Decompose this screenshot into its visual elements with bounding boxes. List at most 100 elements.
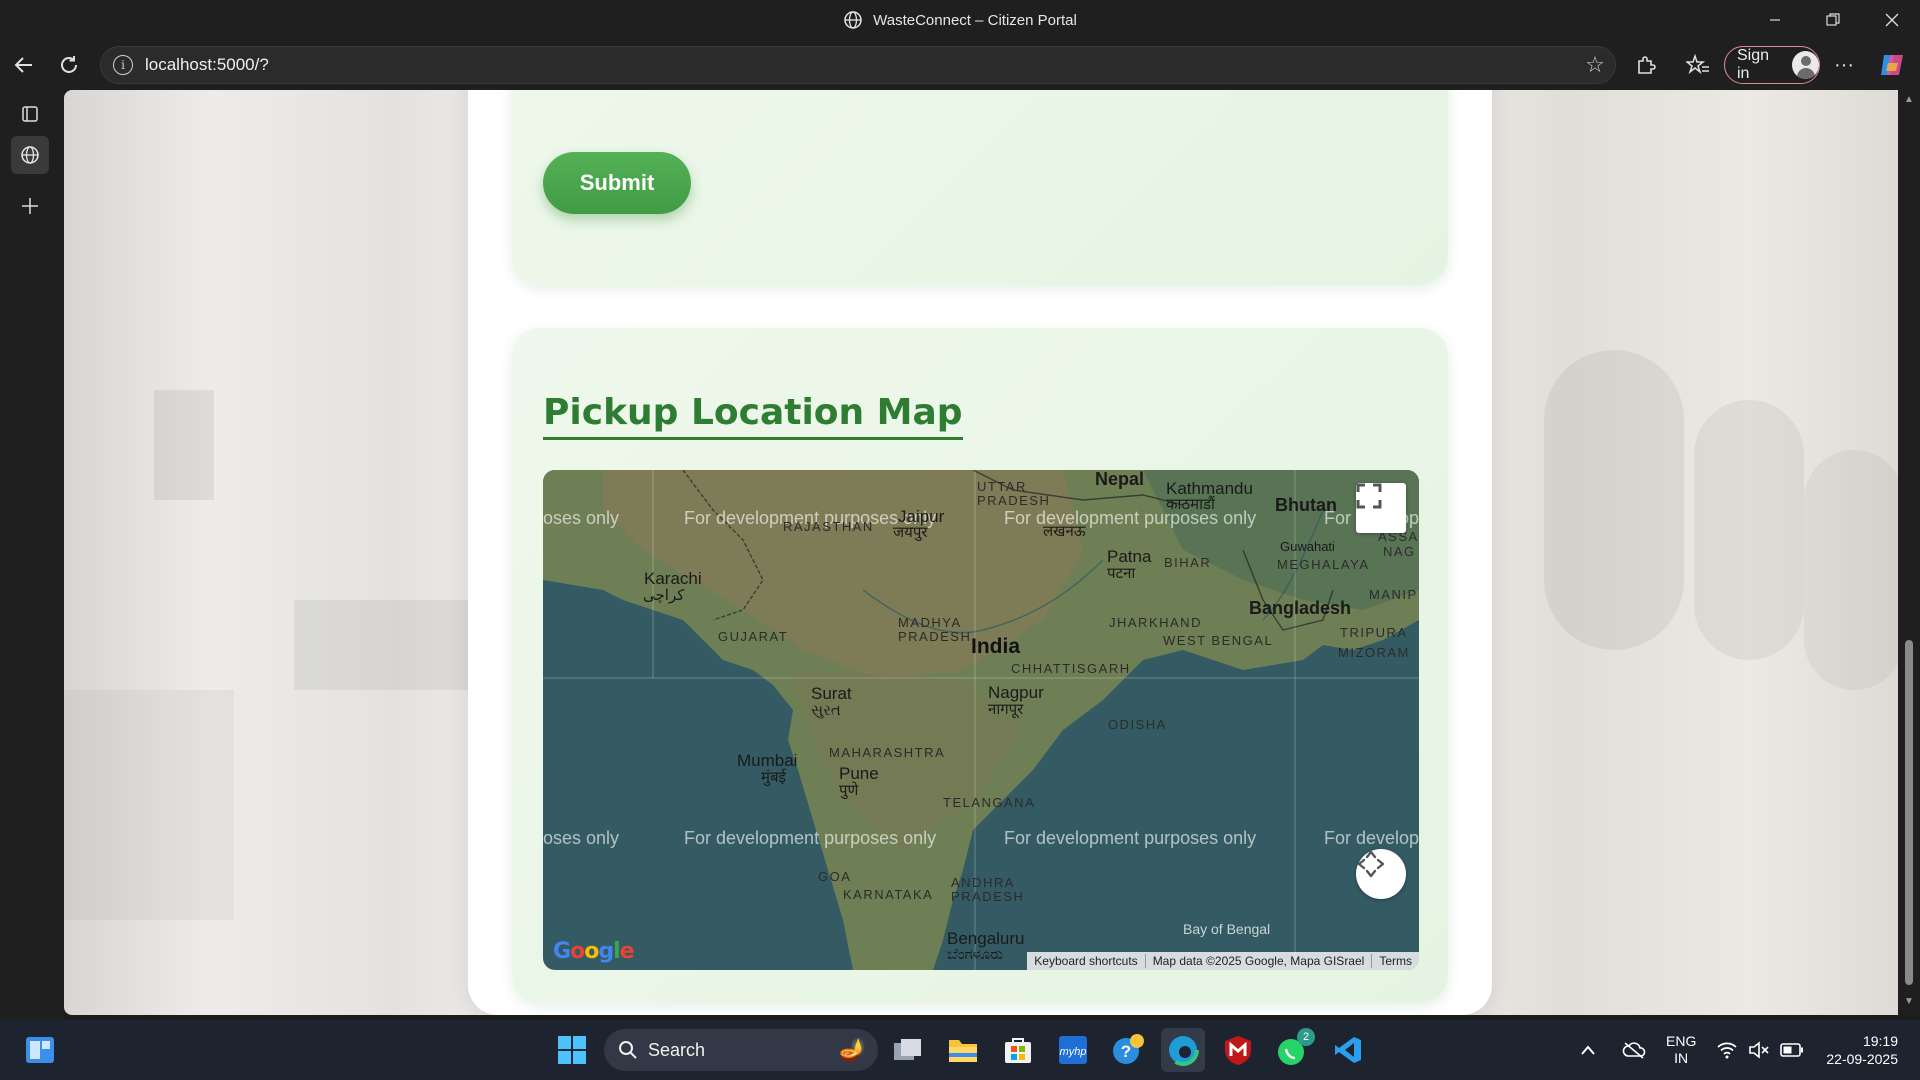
- back-arrow-icon: [14, 57, 32, 73]
- submit-button[interactable]: Submit: [543, 152, 691, 214]
- map-label-odisha: ODISHA: [1108, 717, 1167, 732]
- map-label-uttar-pradesh: UTTAR PRADESH: [977, 479, 1051, 508]
- map-label-rajasthan: RAJASTHAN: [783, 519, 874, 534]
- show-hidden-icons-button[interactable]: [1580, 1020, 1596, 1080]
- google-logo: Google: [553, 939, 635, 964]
- clock-time: 19:19: [1862, 1032, 1898, 1049]
- microsoft-store-button[interactable]: [996, 1028, 1040, 1072]
- cloud-offline-icon: [1622, 1042, 1646, 1059]
- map-camera-control-button[interactable]: [1356, 849, 1406, 899]
- search-highlight-icon: 🪔: [838, 1037, 866, 1062]
- tab-actions-button[interactable]: [11, 95, 49, 133]
- mcafee-shield-icon: [1225, 1036, 1251, 1065]
- map-label-karachi: Karachi: [644, 569, 702, 588]
- map-label-patna-local: पटना: [1107, 565, 1136, 582]
- whatsapp-notification-badge: 2: [1297, 1028, 1315, 1046]
- chevron-up-icon: [1581, 1045, 1595, 1055]
- myhp-icon: myhp: [1059, 1036, 1087, 1064]
- map-label-karnataka: KARNATAKA: [843, 887, 934, 902]
- map-label-nagpur-local: नागपूर: [988, 701, 1024, 718]
- sign-in-button[interactable]: Sign in: [1724, 46, 1820, 84]
- favorites-button[interactable]: [1680, 48, 1716, 82]
- map-label-nagpur: Nagpur: [988, 683, 1044, 702]
- onedrive-button[interactable]: [1622, 1020, 1646, 1080]
- address-bar[interactable]: i localhost:5000/? ☆: [100, 46, 1616, 84]
- map-label-kathmandu-local: काठमाडौं: [1166, 496, 1215, 513]
- clock-date: 22-09-2025: [1826, 1051, 1898, 1067]
- edge-browser-button[interactable]: [1161, 1028, 1205, 1072]
- tab-wasteconnect[interactable]: [11, 136, 49, 174]
- windows-logo-icon: [558, 1036, 586, 1064]
- task-view-button[interactable]: [886, 1028, 930, 1072]
- search-icon: [619, 1041, 637, 1059]
- widgets-button[interactable]: [18, 1028, 62, 1072]
- puzzle-icon: [1638, 56, 1656, 74]
- url-text[interactable]: localhost:5000/?: [145, 55, 1575, 75]
- google-map[interactable]: oses only For development purposes only …: [543, 470, 1419, 970]
- myhp-button[interactable]: myhp: [1051, 1028, 1095, 1072]
- map-label-tripura: TRIPURA: [1340, 625, 1408, 640]
- map-watermark: For develop: [1324, 828, 1419, 848]
- map-label-mizoram: MIZORAM: [1338, 645, 1410, 660]
- map-label-bengaluru-local: ಬೆಂಗಳೂರು: [947, 946, 1004, 963]
- map-fullscreen-button[interactable]: [1356, 483, 1406, 533]
- more-menu-button[interactable]: ···: [1826, 48, 1862, 82]
- terms-link[interactable]: Terms: [1371, 954, 1419, 968]
- minimize-button[interactable]: [1747, 0, 1803, 40]
- window-title: WasteConnect – Citizen Portal: [0, 0, 1920, 40]
- map-label-bihar: BIHAR: [1164, 555, 1212, 570]
- map-label-karachi-local: کراچی: [643, 587, 685, 604]
- minimize-icon: [1770, 19, 1780, 21]
- map-watermark: For development purposes only: [1004, 508, 1257, 528]
- map-label-surat-local: સુરત: [811, 702, 841, 719]
- map-label-india: India: [971, 635, 1021, 658]
- favorite-star-icon[interactable]: ☆: [1575, 52, 1615, 78]
- map-label-bhutan: Bhutan: [1275, 495, 1337, 515]
- map-label-patna: Patna: [1107, 547, 1152, 566]
- refresh-button[interactable]: [51, 48, 87, 82]
- back-button[interactable]: [6, 48, 42, 82]
- extensions-button[interactable]: [1628, 48, 1664, 82]
- copilot-button[interactable]: [1874, 48, 1910, 82]
- start-button[interactable]: [550, 1028, 594, 1072]
- language-code: ENG: [1666, 1032, 1697, 1049]
- whatsapp-button[interactable]: 2: [1271, 1028, 1315, 1072]
- mcafee-button[interactable]: [1216, 1028, 1260, 1072]
- scrollbar-thumb[interactable]: [1905, 640, 1913, 985]
- scroll-up-arrow-icon[interactable]: ▲: [1903, 94, 1915, 105]
- folder-icon: [949, 1040, 977, 1062]
- close-window-button[interactable]: [1864, 0, 1920, 40]
- quick-settings-button[interactable]: [1716, 1020, 1804, 1080]
- map-label-chhattisgarh: CHHATTISGARH: [1011, 661, 1131, 676]
- page-viewport: Submit Pickup Location Map oses only For…: [64, 90, 1898, 1015]
- map-label-west-bengal: WEST BENGAL: [1163, 633, 1274, 648]
- region-code: IN: [1674, 1050, 1689, 1066]
- clock-button[interactable]: 19:19 22-09-2025: [1812, 1020, 1898, 1080]
- map-label-pune: Pune: [839, 764, 879, 783]
- avatar-icon: [1792, 51, 1819, 79]
- window-title-text: WasteConnect – Citizen Portal: [873, 11, 1077, 29]
- svg-text:?: ?: [1121, 1042, 1131, 1061]
- new-tab-button[interactable]: [11, 187, 49, 225]
- widgets-icon: [26, 1037, 54, 1063]
- input-language-button[interactable]: ENG IN: [1666, 1020, 1696, 1080]
- restore-button[interactable]: [1805, 0, 1861, 40]
- map-label-lucknow: लखनऊ: [1043, 523, 1086, 540]
- get-help-button[interactable]: ?: [1106, 1028, 1150, 1072]
- taskbar-search[interactable]: Search 🪔: [604, 1029, 878, 1071]
- map-label-surat: Surat: [811, 684, 852, 703]
- background-decoration: [154, 390, 214, 500]
- map-attribution-bar: Keyboard shortcuts Map data ©2025 Google…: [1027, 952, 1419, 970]
- vscode-button[interactable]: [1326, 1028, 1370, 1072]
- site-info-icon[interactable]: i: [113, 55, 133, 75]
- pan-arrows-icon: [1357, 850, 1385, 878]
- map-label-nag: NAG: [1383, 544, 1416, 559]
- map-label-mumbai-local: मुंबई: [761, 769, 786, 786]
- background-decoration: [1544, 350, 1684, 650]
- store-icon: [1005, 1038, 1031, 1063]
- scroll-down-arrow-icon[interactable]: ▼: [1903, 996, 1915, 1007]
- page-scrollbar[interactable]: ▲ ▼: [1898, 90, 1920, 1015]
- keyboard-shortcuts-link[interactable]: Keyboard shortcuts: [1027, 954, 1144, 968]
- file-explorer-button[interactable]: [941, 1028, 985, 1072]
- map-label-bangladesh: Bangladesh: [1249, 598, 1352, 618]
